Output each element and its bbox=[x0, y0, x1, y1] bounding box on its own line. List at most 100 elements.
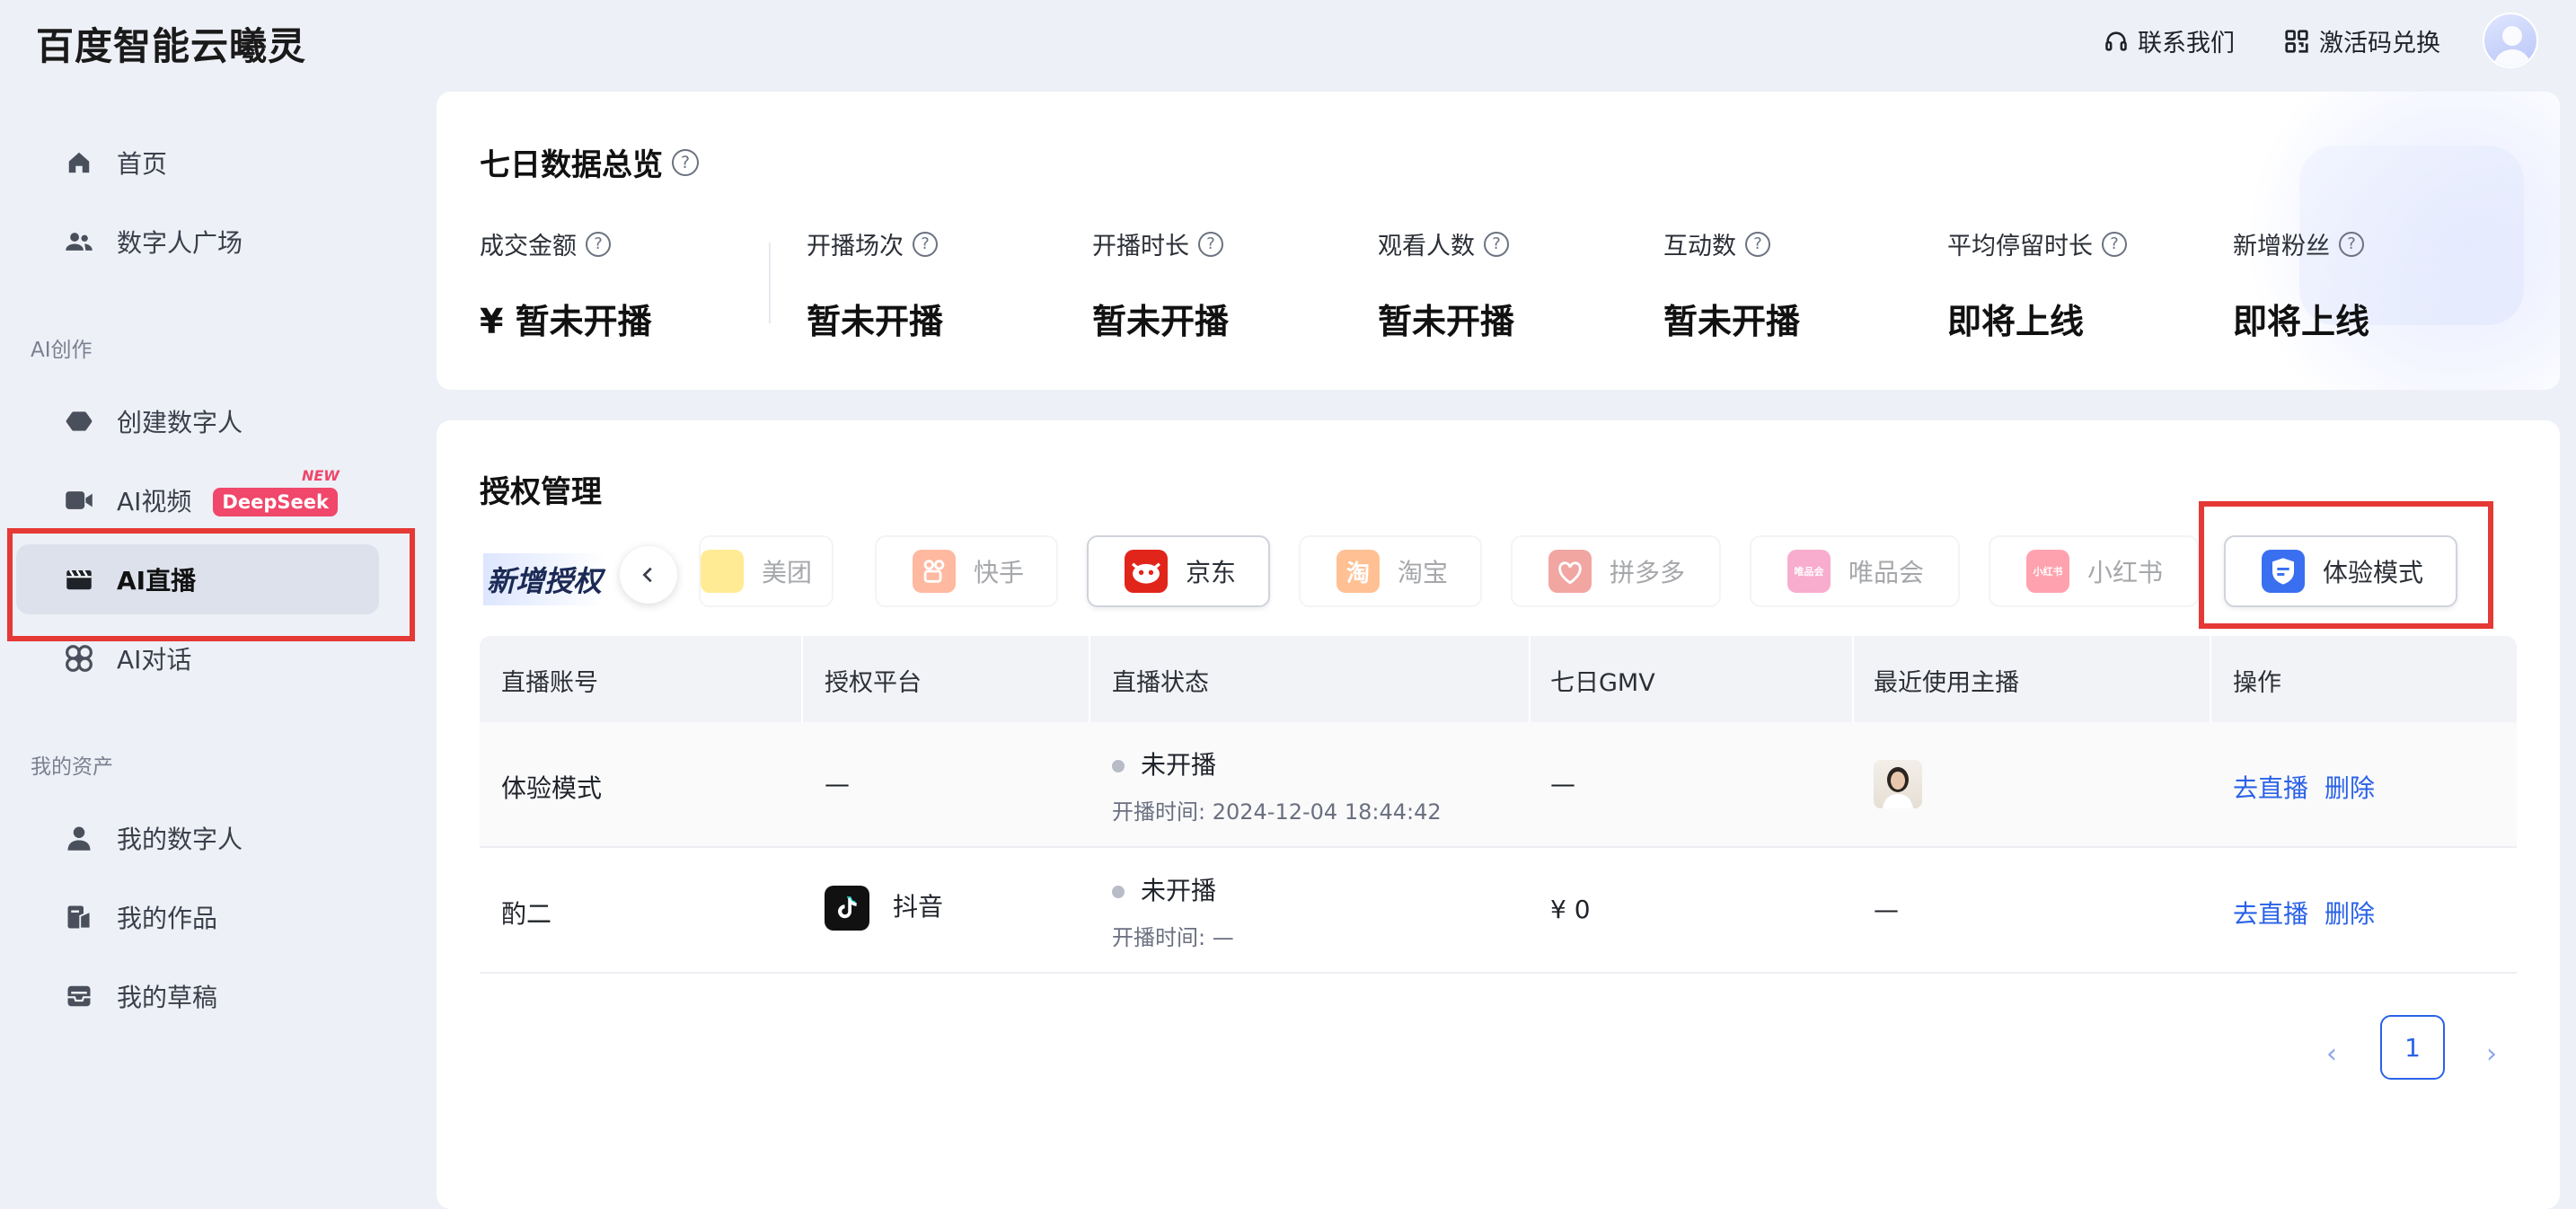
deepseek-badge: DeepSeek NEW bbox=[213, 467, 340, 516]
chevron-left-icon bbox=[642, 567, 652, 583]
status-text: 未开播 bbox=[1141, 876, 1217, 905]
scroll-left-button[interactable] bbox=[620, 546, 677, 604]
go-live-button[interactable]: 去直播 bbox=[2233, 769, 2308, 805]
stat-value: 暂未开播 bbox=[807, 302, 944, 341]
stat-label: 开播场次 bbox=[807, 233, 904, 260]
chat-icon bbox=[63, 642, 95, 675]
platform-vip[interactable]: 唯品会 唯品会 bbox=[1750, 535, 1960, 607]
stat-label: 新增粉丝 bbox=[2233, 233, 2330, 260]
stat-viewers: 观看人数? 暂未开播 bbox=[1378, 226, 1514, 343]
column-separator bbox=[2210, 636, 2211, 722]
cell-status: 未开播 bbox=[1112, 871, 1216, 907]
column-separator bbox=[1529, 636, 1531, 722]
platform-label: 唯品会 bbox=[1848, 558, 1925, 587]
platform-jd[interactable]: 京东 bbox=[1087, 535, 1270, 607]
platform-label: 京东 bbox=[1186, 558, 1237, 587]
sidebar-item-my-digital-human[interactable]: 我的数字人 bbox=[16, 803, 379, 873]
pagination-prev-icon[interactable]: ‹ bbox=[2326, 1038, 2337, 1070]
help-icon[interactable]: ? bbox=[586, 231, 611, 257]
help-icon[interactable]: ? bbox=[2339, 231, 2364, 257]
platform-name: 抖音 bbox=[893, 892, 944, 922]
highlight-ai-live bbox=[7, 528, 415, 641]
taobao-icon: 淘 bbox=[1337, 550, 1380, 593]
activation-code-label: 激活码兑换 bbox=[2319, 30, 2440, 57]
sidebar-item-ai-video[interactable]: AI视频 DeepSeek NEW bbox=[16, 465, 379, 535]
sidebar-item-create-digital-human[interactable]: 创建数字人 bbox=[16, 386, 379, 456]
table-header: 直播账号 授权平台 直播状态 七日GMV 最近使用主播 操作 bbox=[480, 636, 2517, 722]
overview-title: 七日数据总览 ? bbox=[480, 140, 699, 184]
stat-value: 即将上线 bbox=[2233, 302, 2370, 341]
sidebar-item-label: 我的数字人 bbox=[117, 825, 243, 854]
pinduoduo-icon bbox=[1548, 550, 1592, 593]
auth-title: 授权管理 bbox=[480, 474, 602, 510]
platform-xiaohongshu[interactable]: 小红书 小红书 bbox=[1989, 535, 2199, 607]
platform-label: 快手 bbox=[974, 558, 1025, 587]
column-separator bbox=[801, 636, 803, 722]
app-logo[interactable]: 百度智能云曦灵 bbox=[36, 16, 306, 71]
stat-value: 暂未开播 bbox=[1663, 302, 1801, 341]
column-header: 直播账号 bbox=[501, 669, 598, 697]
platform-label: 美团 bbox=[762, 558, 813, 587]
sidebar-item-my-works[interactable]: 我的作品 bbox=[16, 882, 379, 952]
kuaishou-icon bbox=[913, 550, 956, 593]
sidebar-item-label: 我的作品 bbox=[117, 904, 218, 933]
top-bar: 百度智能云曦灵 联系我们 激活码兑换 bbox=[0, 0, 2576, 86]
column-header: 操作 bbox=[2233, 669, 2281, 697]
platform-pinduoduo[interactable]: 拼多多 bbox=[1511, 535, 1721, 607]
meituan-icon bbox=[701, 550, 744, 593]
help-icon[interactable]: ? bbox=[2102, 231, 2127, 257]
xiaohongshu-icon: 小红书 bbox=[2026, 550, 2069, 593]
stat-label: 互动数 bbox=[1663, 233, 1736, 260]
stat-interactions: 互动数? 暂未开播 bbox=[1663, 226, 1800, 343]
cell-account: 酌二 bbox=[501, 899, 552, 929]
highlight-trial-mode bbox=[2199, 501, 2493, 629]
stat-value: 暂未开播 bbox=[1092, 302, 1230, 341]
stat-gmv: 成交金额? ¥ 暂未开播 bbox=[480, 226, 652, 343]
platform-taobao[interactable]: 淘 淘宝 bbox=[1299, 535, 1482, 607]
go-live-button[interactable]: 去直播 bbox=[2233, 895, 2308, 931]
help-icon[interactable]: ? bbox=[1484, 231, 1509, 257]
cell-start-time: 开播时间: — bbox=[1112, 925, 1234, 950]
qr-code-icon bbox=[2285, 29, 2308, 53]
column-header: 直播状态 bbox=[1112, 669, 1209, 697]
platform-kuaishou[interactable]: 快手 bbox=[875, 535, 1058, 607]
contact-us-button[interactable]: 联系我们 bbox=[2104, 23, 2235, 58]
stat-new-fans: 新增粉丝? 即将上线 bbox=[2233, 226, 2369, 343]
delete-button[interactable]: 删除 bbox=[2325, 769, 2375, 805]
new-badge-label: NEW bbox=[301, 466, 340, 484]
platform-meituan[interactable]: 美团 bbox=[699, 535, 834, 607]
sidebar-item-label: AI视频 bbox=[117, 487, 192, 516]
stat-label: 平均停留时长 bbox=[1947, 233, 2093, 260]
column-header: 最近使用主播 bbox=[1874, 669, 2019, 697]
contact-us-label: 联系我们 bbox=[2138, 30, 2235, 57]
users-icon bbox=[63, 225, 95, 258]
cell-gmv: ¥ 0 bbox=[1550, 895, 1591, 924]
help-icon[interactable]: ? bbox=[913, 231, 938, 257]
cell-platform: — bbox=[825, 769, 850, 799]
table-row: 酌二 抖音 未开播 开播时间: — ¥ 0 — 去直播 删除 bbox=[480, 848, 2517, 974]
activation-code-button[interactable]: 激活码兑换 bbox=[2283, 23, 2440, 58]
user-avatar[interactable] bbox=[2483, 13, 2538, 68]
cell-gmv: — bbox=[1550, 769, 1575, 799]
help-icon[interactable]: ? bbox=[1198, 231, 1223, 257]
add-auth-label: 新增授权 bbox=[483, 553, 606, 605]
sidebar-item-my-drafts[interactable]: 我的草稿 bbox=[16, 961, 379, 1031]
help-icon[interactable]: ? bbox=[672, 148, 699, 176]
stat-live-sessions: 开播场次? 暂未开播 bbox=[807, 226, 943, 343]
pagination-next-icon[interactable]: › bbox=[2486, 1038, 2497, 1070]
cell-platform: 抖音 bbox=[825, 886, 943, 931]
help-icon[interactable]: ? bbox=[1745, 231, 1770, 257]
status-text: 未开播 bbox=[1141, 750, 1217, 780]
sidebar-item-label: 我的草稿 bbox=[117, 983, 218, 1012]
vip-icon: 唯品会 bbox=[1787, 550, 1831, 593]
pagination-page[interactable]: 1 bbox=[2380, 1015, 2445, 1080]
platform-label: 小红书 bbox=[2087, 558, 2164, 587]
sidebar-item-home[interactable]: 首页 bbox=[16, 128, 379, 198]
delete-button[interactable]: 删除 bbox=[2325, 895, 2375, 931]
cell-account: 体验模式 bbox=[501, 773, 603, 803]
stat-value: ¥ 暂未开播 bbox=[480, 302, 652, 341]
sidebar-item-digital-human-square[interactable]: 数字人广场 bbox=[16, 207, 379, 277]
sidebar-item-label: AI对话 bbox=[117, 645, 192, 675]
sidebar-item-label: 数字人广场 bbox=[117, 228, 243, 258]
stat-live-duration: 开播时长? 暂未开播 bbox=[1092, 226, 1229, 343]
